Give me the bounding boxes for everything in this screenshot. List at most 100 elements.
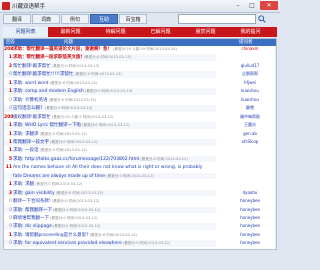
scrollbar[interactable]	[275, 46, 276, 249]
question-title-link[interactable]: 翻译一下合同条款!	[13, 199, 51, 204]
question-title-link[interactable]: Are the names behave sh All their does n…	[13, 165, 202, 170]
question-title-link[interactable]: 求助: 请帮翻proceeding是什么意思?	[13, 233, 89, 238]
asker-name[interactable]: honeybee	[226, 215, 274, 222]
subtab-latest[interactable]: 最新问题	[48, 27, 93, 37]
table-header: 回答 问题 提问者	[4, 39, 276, 46]
question-title-link[interactable]: 求助：帮忙翻译一段求职信英文版!	[13, 55, 83, 60]
question-meta: (悬赏分:0 时间:2013-03-12)	[106, 173, 154, 178]
question-meta: (悬赏分:0 时间:2013-03-12)	[34, 182, 83, 187]
asker-name[interactable]: gen.ab	[226, 131, 274, 138]
question-row[interactable]: 1求助：帮忙翻译一段求职信英文版!(悬赏分:0 时间:2013-03-13)	[4, 54, 216, 62]
tab-translate[interactable]: 翻译	[3, 14, 31, 24]
minimize-button[interactable]: –	[232, 1, 244, 10]
question-row[interactable]: 1求助: 求翻(悬赏分:0 时间:2013-03-12)	[4, 181, 216, 188]
question-title-link[interactable]: 求助: 计算机英语	[13, 98, 47, 103]
asker-name[interactable]: hfjwei	[226, 80, 274, 87]
question-title-link[interactable]: 求助: gain visibility	[13, 191, 55, 196]
tab-toolbox[interactable]: 百宝箱	[119, 14, 147, 24]
question-row[interactable]: 208求助：帮忙翻译一篇英语论文片段，谢谢啊！急！(悬赏分:20 人数:29 时…	[4, 46, 216, 53]
answer-count: 1	[8, 89, 12, 95]
asker-name[interactable]: xfsSlcop	[226, 139, 274, 146]
asker-name[interactable]: dyaohu	[226, 190, 274, 197]
asker-name[interactable]: honeybee	[226, 240, 274, 247]
subtab-my-questions[interactable]: 我的提问	[228, 27, 273, 37]
close-button[interactable]: ✕	[260, 1, 278, 10]
question-title-link[interactable]: 求助: http://talks.gaaz.cc/forumessage/122…	[13, 157, 139, 162]
asker-name[interactable]: honeybee	[226, 207, 274, 214]
question-row[interactable]: 1求助: comp and modern English(悬赏分:0 时间:20…	[4, 88, 216, 95]
search-input[interactable]	[178, 14, 256, 24]
question-title-link[interactable]: 求助: 求翻	[13, 182, 34, 187]
asker-name[interactable]: 福中每帮助	[226, 114, 274, 121]
question-title-link[interactable]: 帮我翻译一段文字	[13, 140, 49, 145]
subtab-pending[interactable]: 待解问题	[93, 27, 138, 37]
question-title-link[interactable]: 麻烦谁帮我翻一下	[13, 216, 49, 221]
asker-name[interactable]	[226, 181, 274, 188]
question-title-link[interactable]: 版权翻译!跪求帮忙	[13, 115, 51, 120]
search-icon[interactable]	[258, 15, 266, 23]
question-title-link[interactable]: 帮忙翻译!跪求帮忙!!!!!求帮忙	[13, 72, 73, 77]
question-row[interactable]: 1帮我翻译一段文字(悬赏分:0 时间:2013-03-12)	[4, 138, 216, 146]
question-title-link[interactable]: fate Dreams are always made up of time	[13, 174, 105, 179]
asker-name[interactable]: 企鹅帮帮	[226, 71, 274, 78]
question-title-link[interactable]: 求助: for equivalent services provided els…	[13, 241, 122, 246]
question-row[interactable]: 2帮忙翻译!跪求帮忙(悬赏分:0 时间:2013-03-13)	[4, 63, 216, 70]
header-title: 问题	[64, 40, 73, 45]
question-meta: (悬赏分:0 时间:2013-03-13)	[84, 89, 133, 94]
asker-name[interactable]: honeybee	[226, 198, 274, 205]
question-meta: (悬赏分:0 时间:2013-03-12)	[51, 199, 100, 204]
asker-name[interactable]	[226, 147, 274, 154]
question-row[interactable]: 0求助: 帮我翻译一下(悬赏分:0 时间:2013-03-12)	[4, 206, 216, 214]
tab-help[interactable]: 互助	[90, 14, 118, 24]
answer-count: 1	[8, 123, 12, 129]
question-meta: (悬赏分:0 时间:2013-03-12)	[82, 123, 130, 128]
asker-name[interactable]: honeybee	[226, 232, 274, 239]
asker-name[interactable]: 王晨光	[226, 122, 274, 129]
subtab-solved[interactable]: 已解问题	[138, 27, 183, 37]
asker-name[interactable]	[226, 156, 274, 163]
question-row[interactable]: 1求助: word word(悬赏分:0 时间:2013-03-13)	[4, 80, 216, 87]
asker-name[interactable]: kuaishou	[226, 97, 274, 104]
question-row[interactable]: 0求助: 计算机英语(悬赏分:0 时间:2013-03-13)	[4, 97, 216, 104]
question-row[interactable]: fate Dreams are always made up of time(悬…	[4, 172, 216, 180]
question-row[interactable]: 0帮忙翻译!跪求帮忙!!!!!求帮忙(悬赏分:0 时间:2013-03-13)	[4, 71, 216, 78]
asker-name[interactable]: kuaishou	[226, 88, 274, 95]
subtab-bounty[interactable]: 悬赏问题	[183, 27, 228, 37]
question-title-link[interactable]: 求助: 一段话	[13, 148, 38, 153]
asker-name[interactable]: chinaxm	[226, 46, 274, 53]
question-title-link[interactable]: 求助: word word	[13, 81, 49, 86]
asker-name[interactable]	[226, 54, 274, 61]
question-row[interactable]: 0翻译一下合同条款!(悬赏分:0 时间:2013-03-12)	[4, 198, 216, 205]
question-title-link[interactable]: 帮忙翻译!跪求帮忙	[13, 64, 51, 69]
question-row[interactable]: 5求助: http://talks.gaaz.cc/forumessage/12…	[4, 155, 216, 163]
answer-count: 0	[9, 224, 12, 230]
question-row[interactable]: 200版权翻译!跪求帮忙(悬赏分:20 人数:2 时间:2013-03-12)	[4, 114, 216, 121]
question-title-link[interactable]: 求助: WHO Lyric 帮忙翻译一下啦	[13, 123, 81, 128]
answer-count: 208	[4, 47, 14, 52]
question-title-link[interactable]: 求助：帮忙翻译一篇英语论文片段，谢谢啊！急！	[13, 47, 112, 52]
asker-name[interactable]: honeybee	[226, 223, 274, 230]
tab-examples[interactable]: 例句	[61, 14, 89, 24]
question-title-link[interactable]: 这句话怎么翻?	[13, 106, 44, 111]
subtab-question-list[interactable]: 问题列表	[3, 27, 48, 37]
question-title-link[interactable]: 求助: comp and modern English	[13, 89, 84, 94]
question-row[interactable]: 1求助: WHO Lyric 帮忙翻译一下啦(悬赏分:0 时间:2013-03-…	[4, 122, 216, 129]
question-row[interactable]: 0求助: for equivalent services provided el…	[4, 240, 216, 247]
question-row[interactable]: 3求助: gain visibility(悬赏分:0 时间:2013-03-12…	[4, 189, 216, 197]
question-row[interactable]: 1求助: 求翻译(悬赏分:0 时间:2013-03-12)	[4, 131, 216, 138]
question-title-link[interactable]: 求助: 帮我翻译一下	[13, 208, 52, 213]
question-row[interactable]: 1求助: 请帮翻proceeding是什么意思?(悬赏分:0 时间:2013-0…	[4, 232, 216, 239]
asker-name[interactable]: 飘雪	[226, 105, 274, 112]
question-row[interactable]: 0这句话怎么翻? (悬赏分:0 时间:2013-03-13)	[4, 105, 216, 112]
maximize-button[interactable]: □	[246, 1, 258, 10]
asker-name[interactable]: qiuliu417	[226, 63, 274, 70]
question-row[interactable]: 11Are the names behave sh All their does…	[4, 164, 216, 171]
question-title-link[interactable]: 求助: 求翻译	[13, 132, 38, 137]
asker-name[interactable]	[226, 173, 274, 180]
question-title-link[interactable]: 求助: dic slippage	[13, 224, 52, 229]
question-row[interactable]: 0求助: dic slippage(悬赏分:0 时间:2013-03-12)	[4, 223, 216, 231]
question-row[interactable]: 1求助: 一段话(悬赏分:0 时间:2013-03-12)	[4, 147, 216, 154]
tab-dictionary[interactable]: 词典	[32, 14, 60, 24]
asker-name[interactable]	[226, 164, 274, 171]
question-row[interactable]: 0麻烦谁帮我翻一下(悬赏分:0 时间:2013-03-12)	[4, 215, 216, 222]
